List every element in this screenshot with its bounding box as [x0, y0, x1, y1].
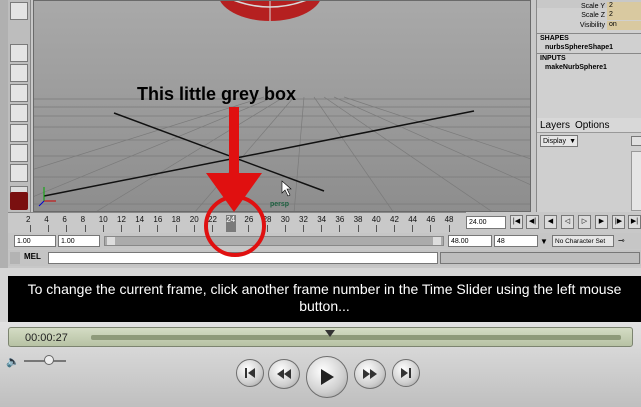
progress-track[interactable]	[91, 335, 621, 340]
play-button[interactable]	[306, 356, 348, 398]
frame-tick-label[interactable]: 24	[226, 215, 235, 224]
annotation-overlay	[204, 107, 292, 257]
timecode: 00:00:27	[25, 332, 68, 344]
playhead-handle[interactable]	[324, 330, 335, 337]
caption-text: To change the current frame, click anoth…	[8, 276, 641, 322]
skip-to-start-button[interactable]	[236, 359, 264, 387]
player-status-display: 00:00:27	[8, 327, 633, 347]
speaker-icon[interactable]: 🔈	[6, 355, 20, 368]
rewind-button[interactable]	[268, 359, 300, 389]
maya-window: persp Scale Y 2 Scale Z 2 Visibility on …	[0, 0, 641, 268]
skip-to-end-button[interactable]	[392, 359, 420, 387]
skip-start-icon	[245, 368, 255, 378]
fast-forward-button[interactable]	[354, 359, 386, 389]
rewind-icon	[277, 369, 291, 379]
play-icon	[321, 369, 334, 385]
skip-end-icon	[401, 368, 411, 378]
fast-forward-icon	[363, 369, 377, 379]
mouse-cursor-icon	[281, 180, 292, 197]
